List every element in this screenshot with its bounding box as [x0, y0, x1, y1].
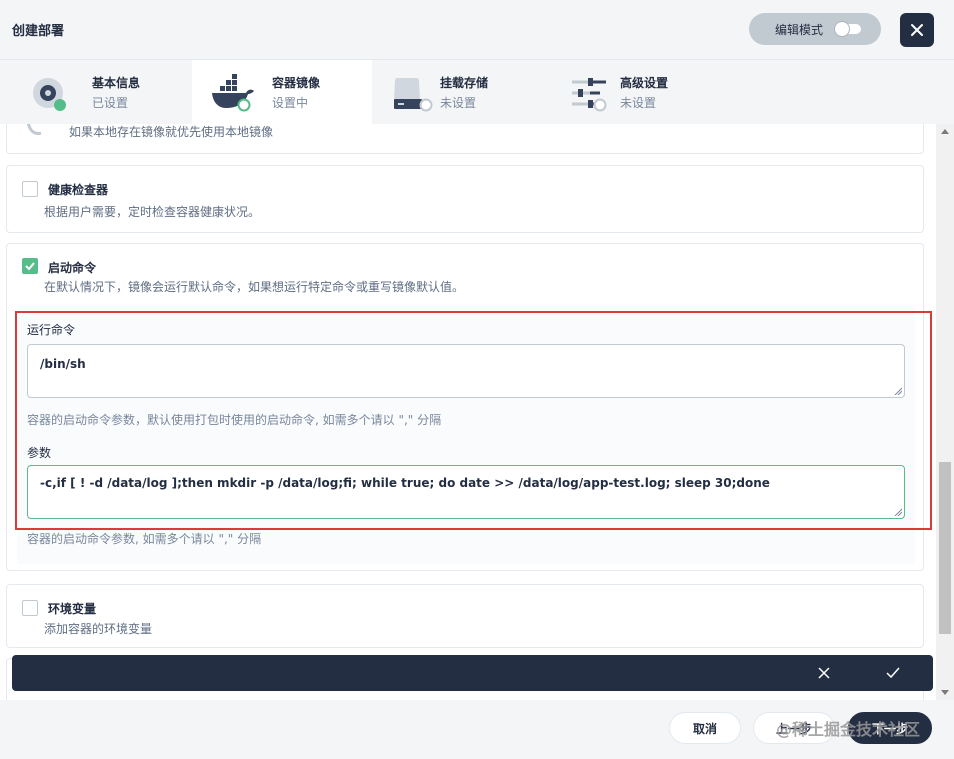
tab-basic-info[interactable]: 基本信息 已设置: [12, 60, 192, 124]
tab-title: 高级设置: [620, 76, 669, 90]
start-command-checkbox[interactable]: [22, 258, 38, 274]
cancel-button[interactable]: 取消: [669, 712, 741, 744]
env-vars-checkbox[interactable]: [22, 600, 38, 616]
scroll-down-arrow-icon[interactable]: [941, 690, 949, 695]
confirm-check-icon[interactable]: [886, 667, 900, 679]
partial-icon: [26, 124, 42, 135]
tab-container-image[interactable]: 容器镜像 设置中: [192, 60, 372, 124]
tab-status: 已设置: [92, 96, 129, 110]
scroll-thumb[interactable]: [939, 462, 951, 634]
tab-advanced-settings[interactable]: 高级设置 未设置: [552, 60, 732, 124]
sliders-icon: [572, 78, 607, 112]
tab-title: 挂载存储: [440, 76, 489, 90]
env-vars-desc: 添加容器的环境变量: [44, 622, 153, 636]
health-check-card: 健康检查器 根据用户需要，定时检查容器健康状况。: [6, 165, 924, 233]
tab-title: 容器镜像: [272, 76, 321, 90]
env-vars-card: 环境变量 添加容器的环境变量: [6, 584, 924, 648]
toggle-switch[interactable]: [835, 22, 861, 36]
env-vars-title: 环境变量: [48, 602, 97, 616]
scroll-up-arrow-icon[interactable]: [941, 129, 949, 134]
start-command-desc: 在默认情况下，镜像会运行默认命令，如果想运行特定命令或重写镜像默认值。: [44, 280, 465, 294]
discard-icon[interactable]: [818, 667, 830, 679]
tab-status: 设置中: [272, 96, 309, 110]
tab-mount-storage[interactable]: 挂载存储 未设置: [372, 60, 552, 124]
close-button[interactable]: [900, 13, 934, 47]
disc-icon: [33, 78, 66, 111]
inline-action-bar: [12, 655, 933, 691]
dialog-header: 创建部署 编辑模式: [0, 0, 954, 60]
local-image-card: 如果本地存在镜像就优先使用本地镜像: [6, 124, 924, 154]
dialog-footer: 取消 上一步 下一步 @稀土掘金技术社区: [0, 700, 954, 759]
storage-icon: [394, 78, 433, 112]
health-check-title: 健康检查器: [48, 183, 109, 197]
watermark: @稀土掘金技术社区: [776, 720, 921, 739]
local-image-desc: 如果本地存在镜像就优先使用本地镜像: [69, 125, 274, 139]
scrollbar[interactable]: [936, 124, 954, 700]
tab-status: 未设置: [440, 96, 477, 110]
docker-icon: [212, 74, 254, 112]
check-icon: [25, 262, 35, 271]
health-check-desc: 根据用户需要，定时检查容器健康状况。: [44, 205, 261, 219]
health-check-checkbox[interactable]: [22, 181, 38, 197]
params-hint: 容器的启动命令参数, 如需多个请以 "," 分隔: [27, 532, 262, 546]
highlight-box: [15, 311, 932, 530]
step-tabs: 基本信息 已设置 容器镜像 设置中 挂载存储 未设置 高级设置 未设置: [0, 60, 954, 124]
edit-mode-toggle[interactable]: 编辑模式: [749, 13, 881, 45]
cancel-label: 取消: [692, 721, 717, 736]
tab-title: 基本信息: [92, 76, 141, 90]
edit-mode-label: 编辑模式: [775, 22, 824, 37]
close-icon: [911, 24, 923, 36]
start-command-title: 启动命令: [48, 261, 97, 275]
dialog-title: 创建部署: [12, 24, 65, 39]
tab-status: 未设置: [620, 96, 657, 110]
